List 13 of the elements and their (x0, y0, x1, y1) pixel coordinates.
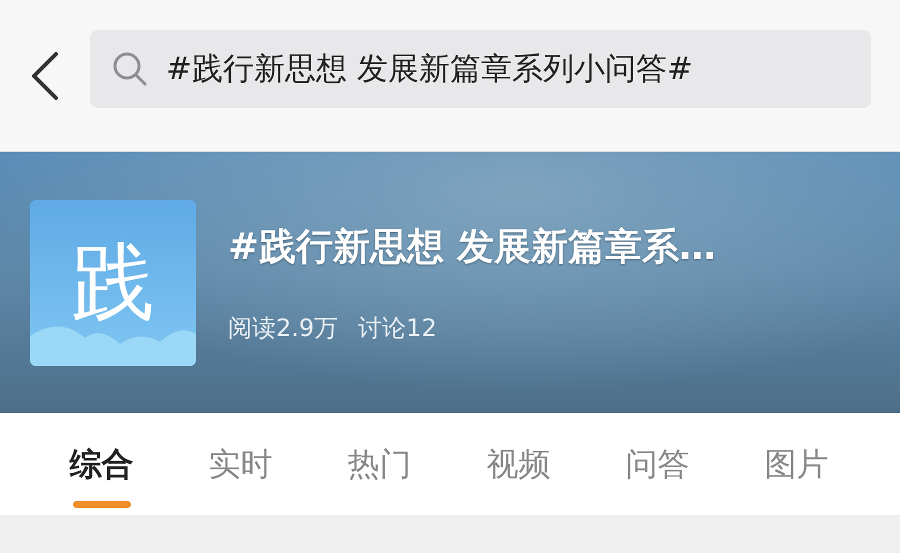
tab[interactable]: 综合 (32, 413, 171, 515)
search-field[interactable]: #践行新思想 发展新篇章系列小问答# (90, 30, 871, 108)
search-icon (112, 50, 148, 86)
active-tab-indicator (72, 501, 130, 508)
topic-stat: 讨论12 (358, 312, 437, 344)
topic-title: #践行新思想 发展新篇章系… (228, 224, 716, 270)
tab[interactable]: 实时 (171, 413, 310, 515)
tab[interactable]: 问答 (588, 413, 727, 515)
tab[interactable]: 图片 (727, 413, 866, 515)
topic-avatar: 践 (30, 200, 196, 366)
topic-stat: 阅读2.9万 (228, 312, 338, 344)
tab[interactable]: 视频 (449, 413, 588, 515)
tab[interactable]: 热门 (310, 413, 449, 515)
